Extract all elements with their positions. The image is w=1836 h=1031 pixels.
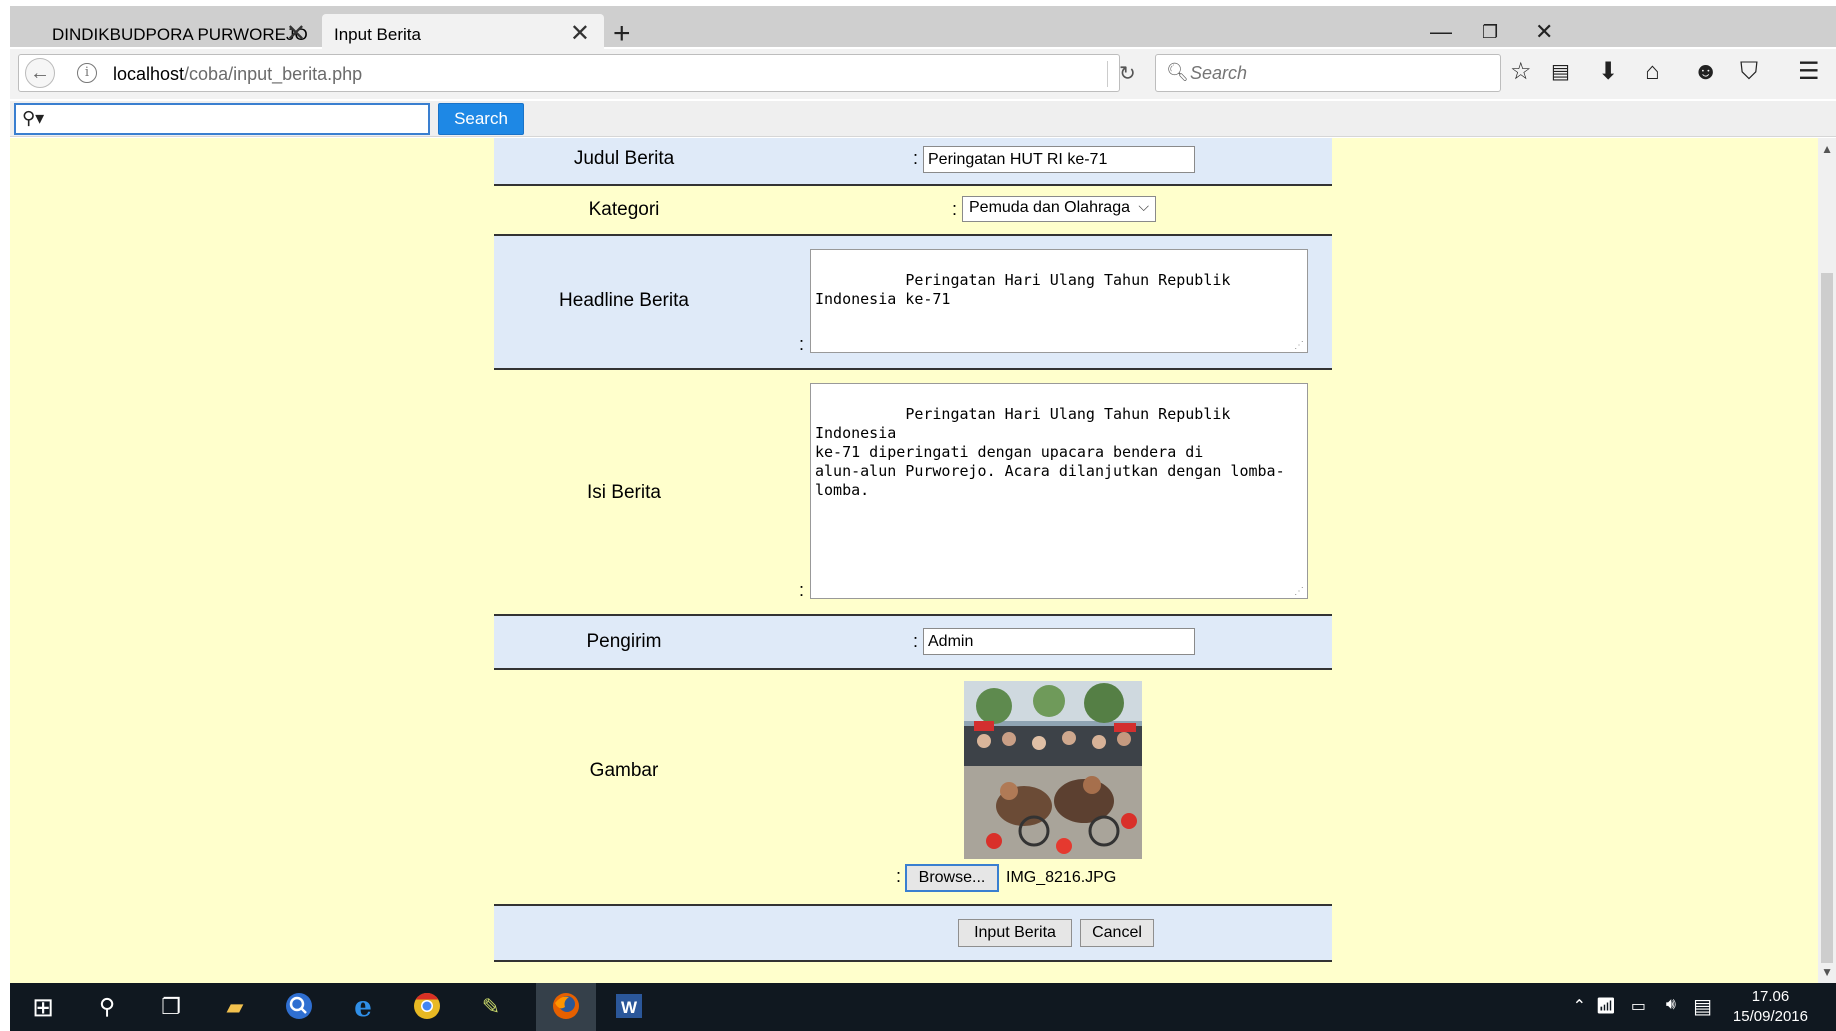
url-host: localhost [113, 64, 185, 84]
home-icon[interactable]: ⌂ [1645, 58, 1660, 86]
bookmark-star-icon[interactable]: ☆ [1510, 58, 1532, 86]
word-glyph: W [616, 994, 642, 1018]
url-text[interactable]: localhost/coba/input_berita.php [113, 64, 362, 85]
reading-list-icon[interactable]: ▤ [1551, 58, 1570, 86]
minimize-icon[interactable]: — [1430, 18, 1452, 46]
task-view-icon[interactable]: ❐ [154, 991, 188, 1023]
isi-textarea[interactable]: Peringatan Hari Ulang Tahun Republik Ind… [810, 383, 1308, 599]
chrome-glyph [414, 992, 440, 1019]
volume-icon[interactable]: 🔊︎ [1666, 996, 1676, 1014]
menu-icon[interactable]: ☰ [1798, 58, 1820, 86]
colon: : [799, 580, 805, 600]
uploaded-photo-preview [964, 681, 1142, 859]
close-tab-icon[interactable]: ✕ [286, 22, 306, 46]
url-bar[interactable]: ← i localhost/coba/input_berita.php ↻ [18, 54, 1136, 92]
colon: : [952, 199, 958, 219]
chevron-down-icon: ⌵ [1138, 198, 1149, 214]
url-path: /coba/input_berita.php [184, 64, 363, 84]
notification-icon[interactable]: ▤ [1693, 994, 1712, 1019]
notepad-app-icon[interactable]: ✎ [474, 991, 508, 1023]
row-actions: Input Berita Cancel [494, 906, 1332, 962]
tab-title: DINDIKBUDPORA PURWOREJO [52, 24, 308, 44]
scroll-thumb[interactable] [1821, 273, 1833, 963]
toolbar-search-button[interactable]: Search [438, 103, 524, 135]
page-viewport: Judul Berita : Kategori : Pemuda dan Ola… [10, 138, 1836, 983]
browser-search-box[interactable]: 🔍︎ [1155, 54, 1501, 92]
pengirim-label: Pengirim [586, 631, 662, 652]
search-app-icon[interactable] [282, 991, 316, 1023]
row-gambar: Gambar: Browse... IMG_8216.JPG [494, 670, 1332, 906]
row-headline: Headline Berita : Peringatan Hari Ulang … [494, 236, 1332, 370]
row-pengirim: Pengirim : [494, 616, 1332, 670]
row-isi-berita: Isi Berita : Peringatan Hari Ulang Tahun… [494, 370, 1332, 616]
search-icon: 🔍︎ [1166, 62, 1189, 82]
edge-icon[interactable]: e [346, 991, 380, 1023]
scroll-down-icon[interactable]: ▼ [1821, 965, 1833, 979]
back-arrow-icon[interactable]: ← [25, 58, 55, 88]
battery-icon[interactable]: ▭ [1631, 996, 1646, 1016]
svg-text:W: W [621, 998, 638, 1017]
close-tab-icon[interactable]: ✕ [570, 22, 590, 46]
toolbar-search-input[interactable]: ⚲▾ [14, 103, 430, 135]
row-judul-berita: Judul Berita : [494, 138, 1332, 186]
windows-start-icon[interactable]: ⊞ [26, 991, 60, 1023]
photo-illustration [964, 681, 1142, 859]
kategori-label: Kategori [588, 199, 660, 220]
clock-date: 15/09/2016 [1732, 1008, 1808, 1025]
colon: : [799, 334, 805, 354]
vertical-scrollbar[interactable]: ▲ ▼ [1818, 138, 1836, 983]
scroll-up-icon[interactable]: ▲ [1821, 142, 1833, 156]
search-toolbar: ⚲▾ Search [10, 101, 1836, 137]
kategori-selected: Pemuda dan Olahraga [969, 199, 1130, 216]
colon: : [913, 148, 919, 168]
resize-grip-icon[interactable]: ⋰ [1294, 587, 1304, 597]
file-explorer-icon[interactable]: ▰ [218, 991, 252, 1023]
isi-label: Isi Berita [587, 482, 661, 503]
clock-time: 17.06 [1751, 988, 1790, 1005]
pengirim-input[interactable] [923, 628, 1195, 655]
taskbar: ⊞ ⚲ ❐ ▰ e ✎ W ⌃ 📶︎ ▭ 🔊︎ ▤ 17.06 15/09/20… [10, 983, 1836, 1031]
title-bar: DINDIKBUDPORA PURWOREJO ✕ Input Berita ✕… [10, 6, 1836, 55]
row-kategori: Kategori : Pemuda dan Olahraga ⌵ [494, 186, 1332, 236]
kategori-select[interactable]: Pemuda dan Olahraga ⌵ [962, 196, 1156, 222]
headline-textarea[interactable]: Peringatan Hari Ulang Tahun Republik Ind… [810, 249, 1308, 353]
restore-icon[interactable]: ❐ [1482, 18, 1498, 46]
url-separator [1107, 61, 1108, 87]
chat-icon[interactable]: ☻ [1693, 58, 1718, 86]
tab-title: Input Berita [334, 24, 421, 44]
browser-search-input[interactable] [1190, 61, 1490, 85]
headline-label: Headline Berita [559, 290, 689, 311]
colon: : [913, 631, 919, 651]
close-window-icon[interactable]: ✕ [1535, 18, 1553, 46]
browse-button[interactable]: Browse... [905, 864, 999, 892]
firefox-glyph [553, 993, 579, 1019]
cortana-search-icon[interactable]: ⚲ [90, 991, 124, 1023]
pocket-icon[interactable]: ⛉ [1740, 58, 1758, 86]
download-icon[interactable]: ⬇ [1598, 58, 1618, 86]
cancel-button[interactable]: Cancel [1080, 919, 1154, 947]
judul-input[interactable] [923, 146, 1195, 173]
screen: DINDIKBUDPORA PURWOREJO ✕ Input Berita ✕… [0, 0, 1836, 1031]
headline-text: Peringatan Hari Ulang Tahun Republik Ind… [815, 271, 1240, 308]
new-tab-icon[interactable]: + [613, 16, 631, 52]
input-berita-button[interactable]: Input Berita [958, 919, 1072, 947]
search-dropdown-icon[interactable]: ⚲▾ [22, 108, 44, 129]
judul-label: Judul Berita [573, 148, 675, 169]
search-app-glyph [286, 993, 312, 1019]
chrome-icon[interactable] [410, 991, 444, 1023]
colon: : [896, 866, 902, 886]
reload-icon[interactable]: ↻ [1119, 61, 1136, 86]
firefox-icon[interactable] [549, 991, 583, 1023]
wifi-icon[interactable]: 📶︎ [1596, 996, 1616, 1016]
clock[interactable]: 17.06 15/09/2016 [1733, 987, 1808, 1027]
isi-text: Peringatan Hari Ulang Tahun Republik Ind… [815, 405, 1285, 499]
show-hidden-icons-icon[interactable]: ⌃ [1573, 996, 1586, 1016]
navigation-bar: ← i localhost/coba/input_berita.php ↻ 🔍︎… [10, 49, 1836, 99]
info-icon[interactable]: i [77, 63, 97, 83]
selected-file-name: IMG_8216.JPG [1006, 869, 1117, 886]
gambar-label: Gambar [589, 760, 659, 781]
word-icon[interactable]: W [612, 991, 646, 1023]
resize-grip-icon[interactable]: ⋰ [1294, 341, 1304, 351]
